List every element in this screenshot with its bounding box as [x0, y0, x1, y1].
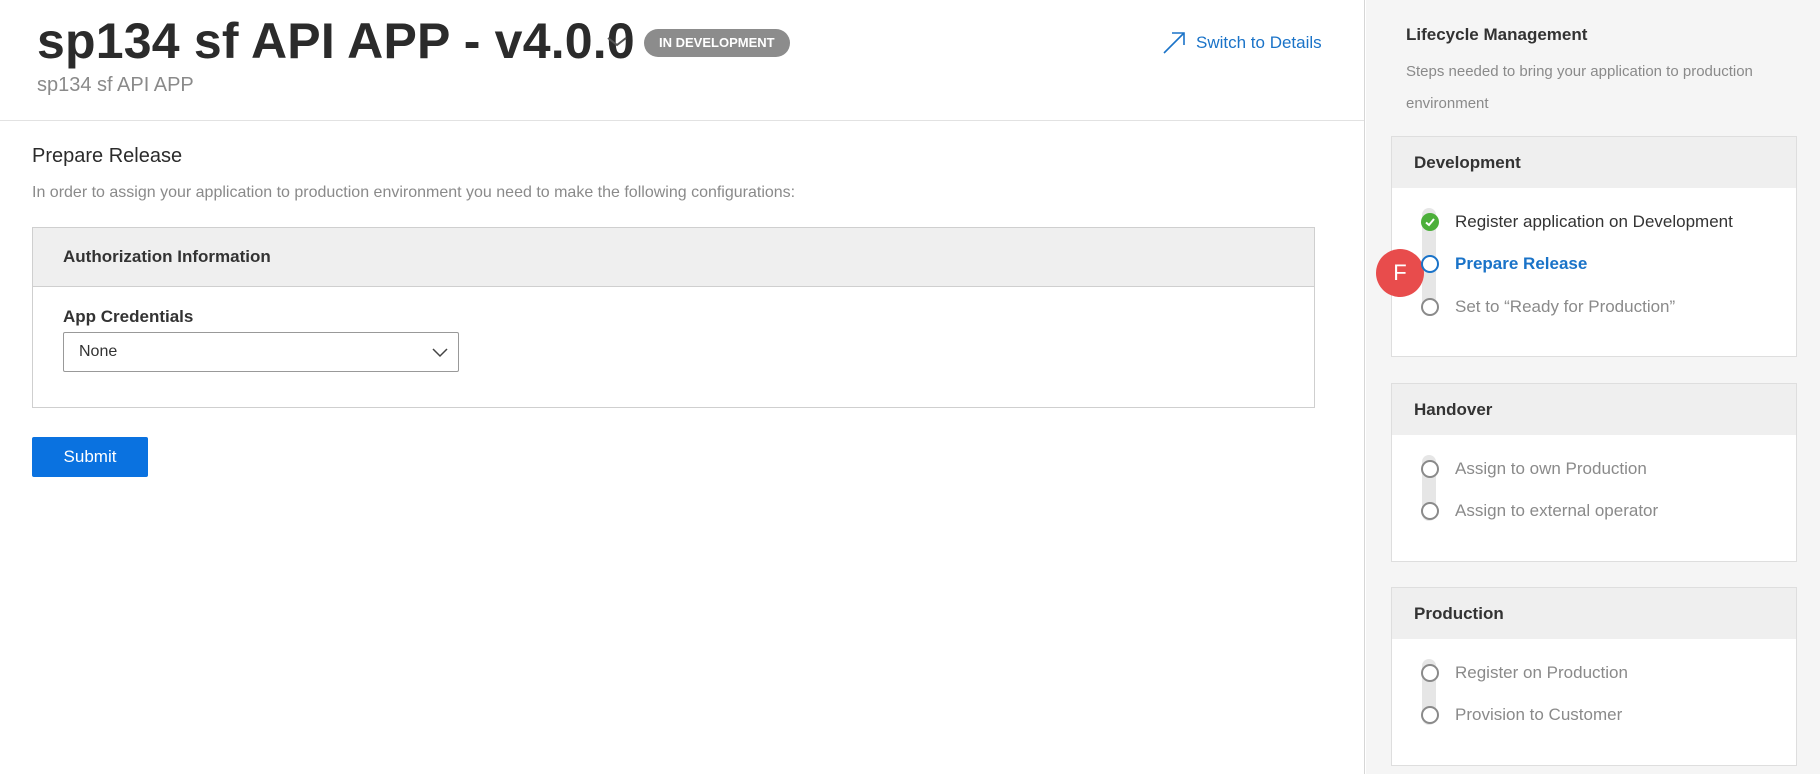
- chevron-down-icon: [432, 348, 448, 358]
- lifecycle-description: Steps needed to bring your application t…: [1406, 63, 1753, 112]
- stage-title: Handover: [1392, 384, 1796, 435]
- step-prepare-release[interactable]: Prepare Release: [1421, 252, 1587, 276]
- step-label: Register application on Development: [1455, 212, 1733, 231]
- stage-development: Development Register application on Deve…: [1391, 136, 1797, 357]
- app-credentials-select[interactable]: None: [63, 332, 459, 372]
- stage-title: Production: [1392, 588, 1796, 639]
- authorization-panel-title: Authorization Information: [33, 228, 1314, 287]
- authorization-panel: Authorization Information App Credential…: [32, 227, 1315, 408]
- section-title: Prepare Release: [32, 145, 183, 167]
- step-register-development[interactable]: Register application on Development: [1421, 210, 1733, 234]
- step-register-production[interactable]: Register on Production: [1421, 661, 1628, 685]
- app-credentials-value: None: [79, 343, 118, 360]
- lifecycle-title: Lifecycle Management: [1406, 25, 1588, 44]
- stage-title: Development: [1392, 137, 1796, 188]
- step-provision-customer[interactable]: Provision to Customer: [1421, 703, 1622, 727]
- annotation-marker: F: [1376, 249, 1424, 297]
- step-label: Provision to Customer: [1455, 705, 1623, 724]
- empty-circle-icon: [1421, 502, 1439, 520]
- page-subtitle: sp134 sf API APP: [37, 74, 194, 96]
- step-assign-external-operator[interactable]: Assign to external operator: [1421, 499, 1658, 523]
- arrow-up-right-icon: [1163, 32, 1185, 54]
- stage-handover: Handover Assign to own Production Assign…: [1391, 383, 1797, 562]
- empty-circle-icon: [1421, 460, 1439, 478]
- switch-to-details-link[interactable]: Switch to Details: [1162, 31, 1322, 55]
- empty-circle-icon: [1421, 298, 1439, 316]
- empty-circle-icon: [1421, 664, 1439, 682]
- page-title: sp134 sf API APP - v4.0.0: [37, 13, 635, 69]
- empty-circle-icon: [1421, 706, 1439, 724]
- step-label: Assign to own Production: [1455, 459, 1647, 478]
- page-header: sp134 sf API APP - v4.0.0 IN DEVELOPMENT…: [0, 0, 1364, 121]
- section-description: In order to assign your application to p…: [32, 184, 796, 201]
- step-label: Set to “Ready for Production”: [1455, 297, 1676, 316]
- step-label: Prepare Release: [1455, 254, 1588, 273]
- step-ready-for-production[interactable]: Set to “Ready for Production”: [1421, 295, 1675, 319]
- app-credentials-label: App Credentials: [63, 307, 194, 326]
- current-step-circle-icon: [1421, 255, 1439, 273]
- submit-button[interactable]: Submit: [32, 437, 148, 477]
- stage-production: Production Register on Production Provis…: [1391, 587, 1797, 766]
- step-assign-own-production[interactable]: Assign to own Production: [1421, 457, 1647, 481]
- check-circle-icon: [1421, 213, 1439, 231]
- lifecycle-sidebar: Lifecycle Management Steps needed to bri…: [1366, 0, 1820, 774]
- main-content: sp134 sf API APP - v4.0.0 IN DEVELOPMENT…: [0, 0, 1365, 774]
- step-label: Register on Production: [1455, 663, 1628, 682]
- status-badge: IN DEVELOPMENT: [644, 29, 790, 57]
- step-label: Assign to external operator: [1455, 501, 1659, 520]
- chevron-down-icon[interactable]: [605, 30, 629, 54]
- switch-link-label: Switch to Details: [1196, 33, 1322, 52]
